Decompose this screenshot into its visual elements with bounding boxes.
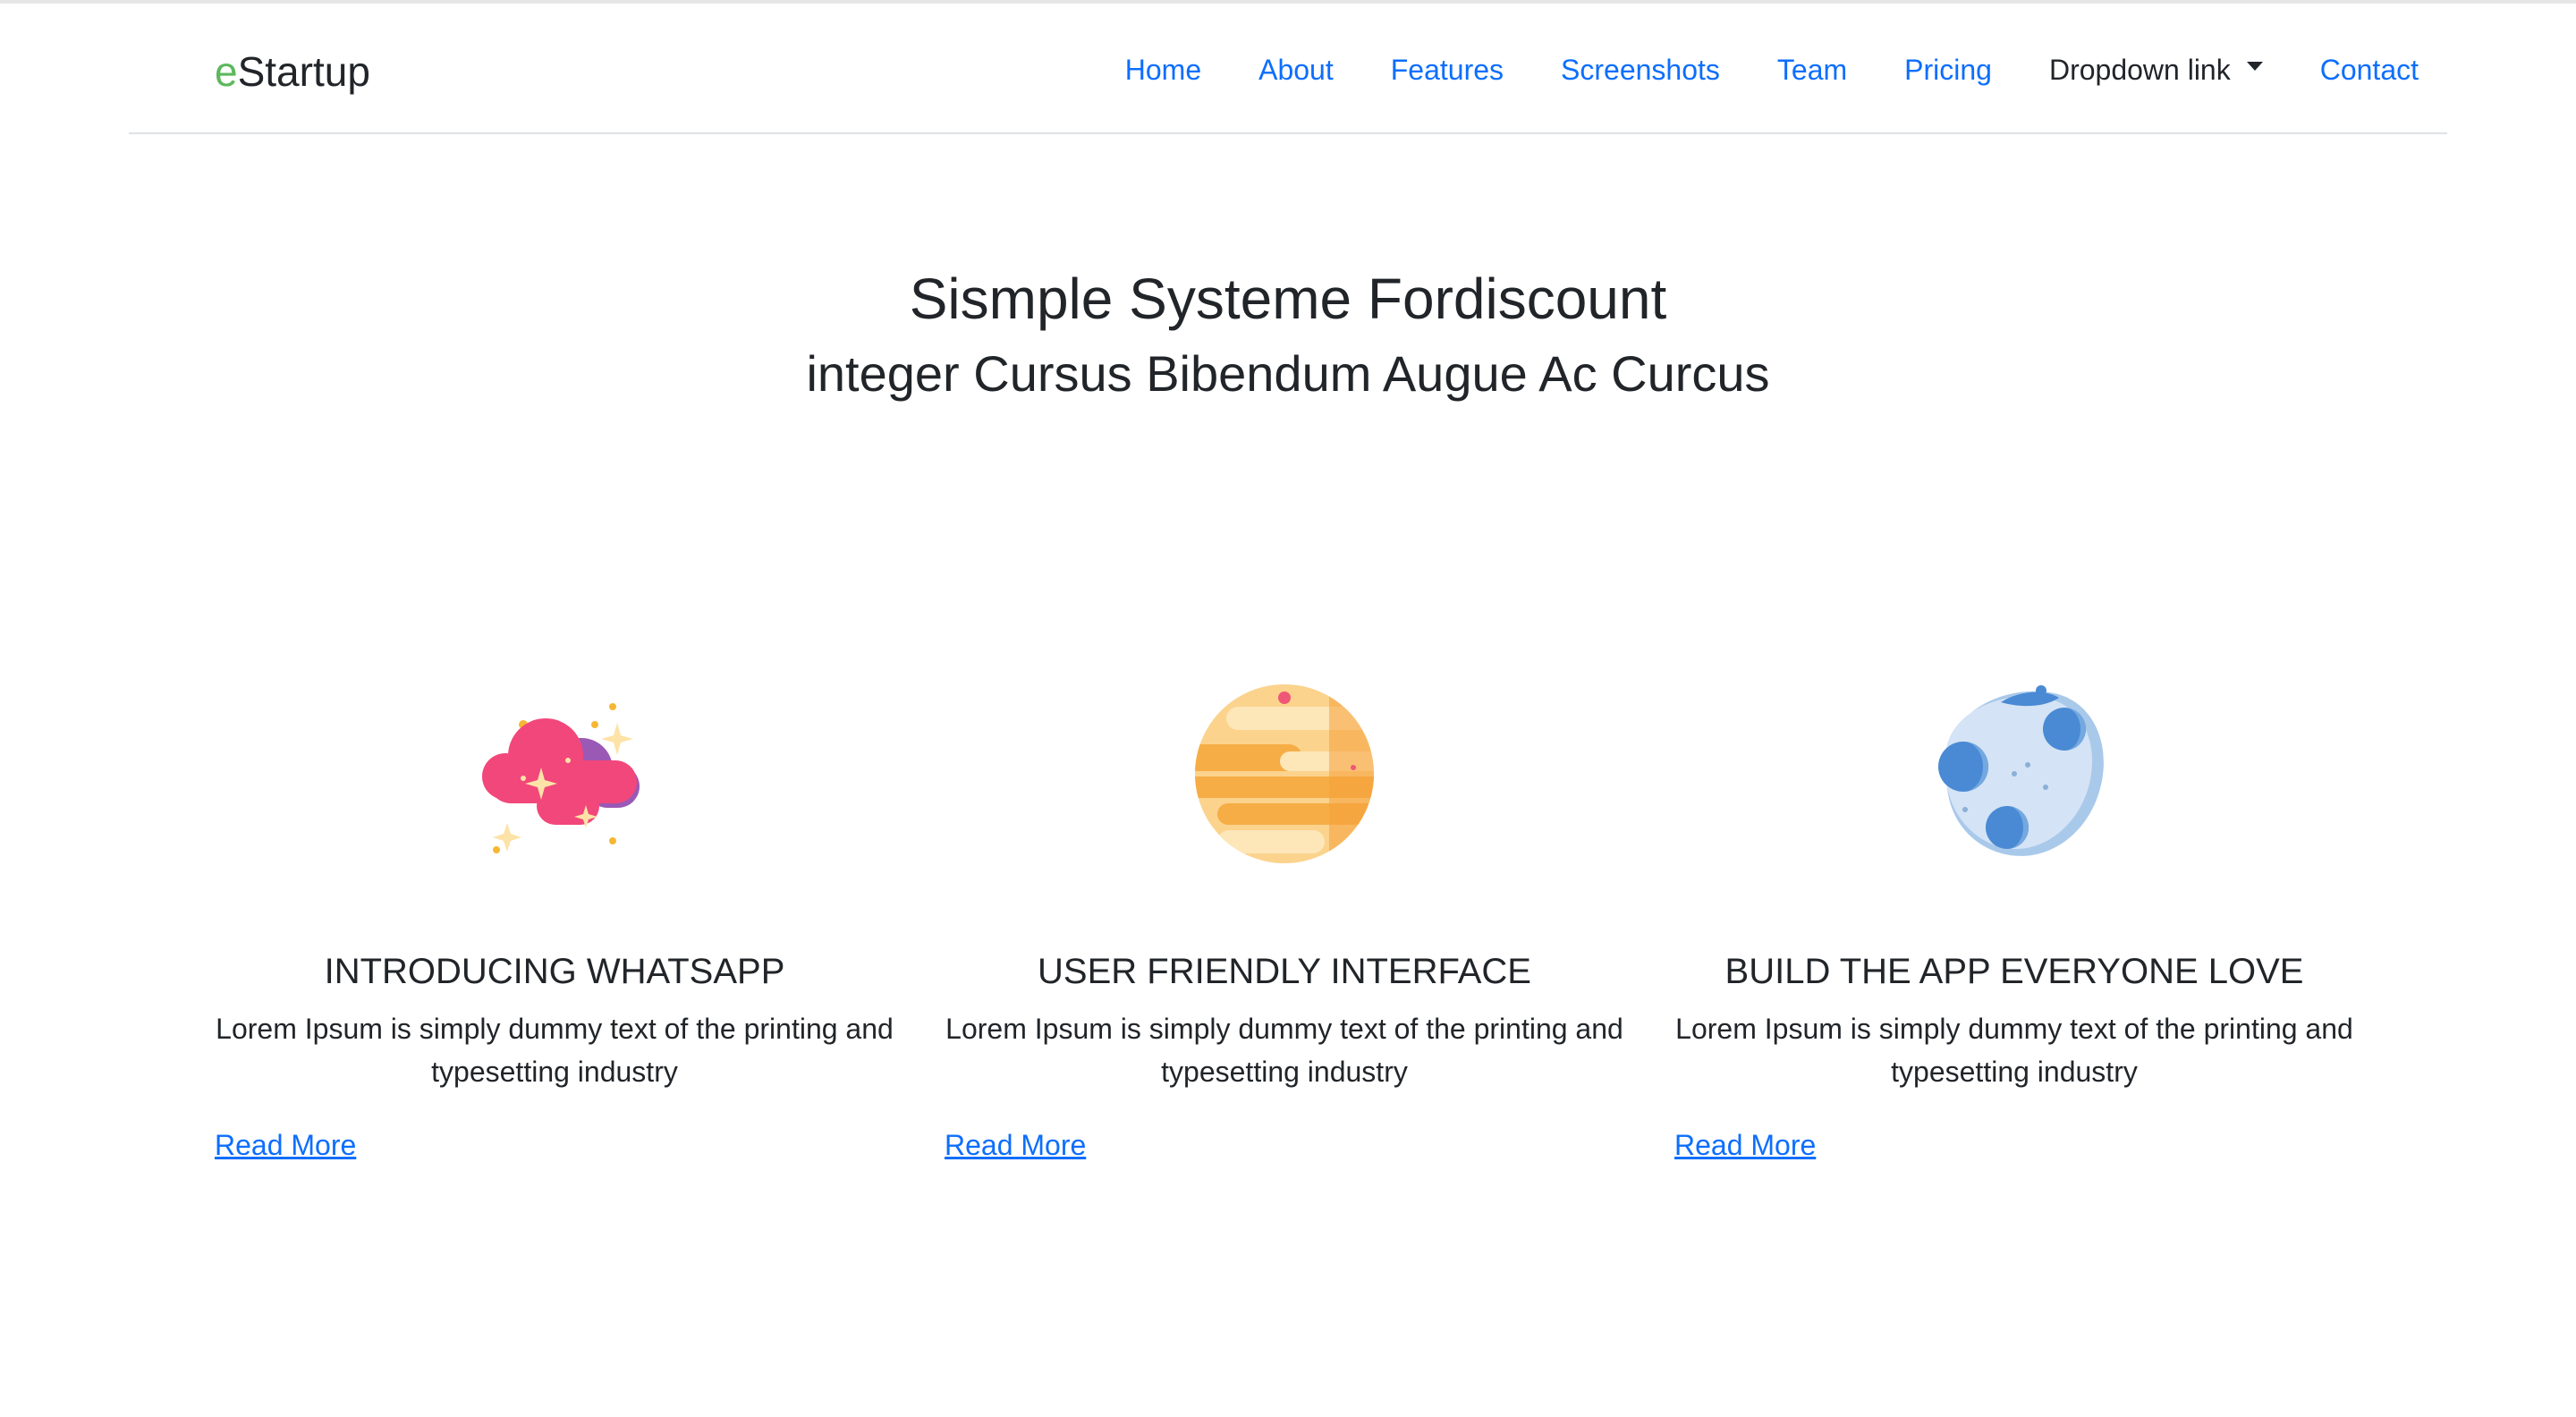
nav-item-screenshots[interactable]: Screenshots (1561, 50, 1720, 89)
navbar: eStartup Home About Features Screenshots… (129, 4, 2447, 134)
nav-item-contact[interactable]: Contact (2320, 50, 2419, 89)
read-more-link[interactable]: Read More (215, 1125, 356, 1165)
dropdown-label: Dropdown link (2048, 54, 2231, 86)
feature-title: USER FRIENDLY INTERFACE (1038, 952, 1531, 991)
hero-subtitle: integer Cursus Bibendum Augue Ac Curcus (806, 345, 1770, 402)
nav-item-about[interactable]: About (1258, 50, 1334, 89)
cloud-icon (482, 703, 640, 853)
feature-title: BUILD THE APP EVERYONE LOVE (1724, 952, 2304, 991)
feature-text: Lorem Ipsum is simply dummy text of the … (1675, 1013, 2353, 1088)
features-section: INTRODUCING WHATSAPP Lorem Ipsum is simp… (215, 671, 2361, 1190)
caret-down-icon (2246, 62, 2263, 71)
feature-text: Lorem Ipsum is simply dummy text of the … (945, 1013, 1623, 1088)
nav-menu: Home About Features Screenshots Team Pri… (1068, 50, 2419, 89)
feature-text: Lorem Ipsum is simply dummy text of the … (216, 1013, 894, 1088)
nav-item-home[interactable]: Home (1125, 50, 1201, 89)
brand-accent-letter: e (215, 48, 238, 95)
hero-section: Sismple Systeme Fordiscount integer Curs… (0, 259, 2576, 410)
planet-icon (1195, 684, 1374, 863)
feature-card: USER FRIENDLY INTERFACE Lorem Ipsum is s… (945, 671, 1660, 1190)
nav-item-dropdown[interactable]: Dropdown link (2049, 50, 2263, 89)
read-more-link[interactable]: Read More (1674, 1125, 1816, 1165)
brand-logo[interactable]: eStartup (215, 45, 370, 98)
feature-title: INTRODUCING WHATSAPP (324, 952, 785, 991)
feature-card: INTRODUCING WHATSAPP Lorem Ipsum is simp… (215, 671, 930, 1190)
brand-name: Startup (237, 48, 370, 95)
moon-icon (1938, 685, 2104, 856)
nav-item-team[interactable]: Team (1777, 50, 1847, 89)
hero-title: Sismple Systeme Fordiscount (909, 267, 1667, 331)
nav-item-pricing[interactable]: Pricing (1904, 50, 1992, 89)
read-more-link[interactable]: Read More (945, 1125, 1086, 1165)
feature-card: BUILD THE APP EVERYONE LOVE Lorem Ipsum … (1674, 671, 2390, 1190)
nav-item-features[interactable]: Features (1391, 50, 1504, 89)
